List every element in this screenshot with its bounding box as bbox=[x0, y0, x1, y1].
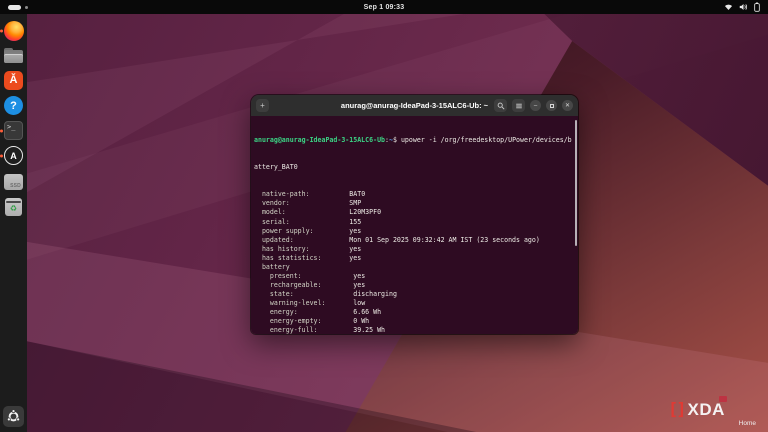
terminal-command-line: anurag@anurag-IdeaPad-3-15ALC6-Ub:~$ upo… bbox=[254, 136, 572, 145]
ssd-label: SSD bbox=[10, 182, 21, 189]
clock[interactable]: Sep 1 09:33 bbox=[364, 4, 405, 11]
xda-home-label: Home bbox=[738, 420, 756, 427]
prompt-user-host: anurag@anurag-IdeaPad-3-15ALC6-Ub bbox=[254, 136, 386, 145]
battery-icon bbox=[754, 2, 760, 12]
ubuntu-logo-icon bbox=[3, 406, 24, 427]
xda-watermark: [] XDA Home bbox=[668, 396, 758, 427]
terminal-command-wrap: attery_BAT0 bbox=[254, 163, 298, 172]
dock-item-help[interactable]: ? bbox=[3, 95, 24, 116]
terminal-icon: >_ bbox=[4, 121, 23, 140]
dock-item-app-a[interactable]: A bbox=[0, 145, 24, 166]
workspace-inactive-dot[interactable] bbox=[25, 5, 28, 9]
dock-item-firefox[interactable] bbox=[0, 20, 24, 41]
typed-command: upower -i /org/freedesktop/UPower/device… bbox=[400, 136, 572, 145]
maximize-icon bbox=[549, 103, 554, 108]
minimize-icon: – bbox=[533, 102, 538, 109]
dock-item-files[interactable] bbox=[3, 45, 24, 66]
help-icon: ? bbox=[4, 96, 23, 115]
terminal-output-line: has history: yes bbox=[254, 244, 362, 253]
recycle-glyph: ♻ bbox=[9, 204, 18, 213]
terminal-output-line: warning-level: low bbox=[254, 298, 366, 307]
terminal-output-line: model: L20M3PF0 bbox=[254, 208, 382, 217]
search-icon bbox=[497, 102, 505, 110]
circle-a-app-icon: A bbox=[4, 146, 23, 165]
maximize-button[interactable] bbox=[546, 100, 557, 111]
help-glyph: ? bbox=[10, 99, 17, 112]
terminal-output-line: battery bbox=[254, 262, 290, 271]
terminal-output-line: power supply: yes bbox=[254, 226, 362, 235]
terminal-output-line: state: discharging bbox=[254, 289, 397, 298]
wifi-icon bbox=[724, 4, 733, 10]
terminal-titlebar[interactable]: + anurag@anurag-IdeaPad-3-15ALC6-Ub: ~ –… bbox=[251, 95, 578, 116]
close-button[interactable]: ✕ bbox=[562, 100, 573, 111]
terminal-output-line: energy-full: 39.25 Wh bbox=[254, 326, 386, 334]
running-indicator bbox=[0, 29, 3, 32]
dock-item-show-apps[interactable] bbox=[3, 406, 24, 427]
system-status-menu[interactable] bbox=[724, 2, 760, 12]
terminal-content[interactable]: anurag@anurag-IdeaPad-3-15ALC6-Ub:~$ upo… bbox=[251, 116, 578, 334]
running-indicator bbox=[0, 154, 3, 157]
minimize-button[interactable]: – bbox=[530, 100, 541, 111]
app-center-glyph: Ă bbox=[9, 74, 18, 86]
ssd-drive-icon: SSD bbox=[4, 173, 23, 190]
dock-item-app-center[interactable]: Ă bbox=[3, 70, 24, 91]
xda-brand-text: XDA bbox=[688, 396, 727, 420]
files-folder-icon bbox=[4, 48, 23, 63]
terminal-output-line: energy-empty: 0 Wh bbox=[254, 317, 370, 326]
terminal-output-line: vendor: SMP bbox=[254, 199, 362, 208]
volume-icon bbox=[739, 4, 748, 10]
terminal-prompt-glyph: >_ bbox=[7, 123, 16, 131]
close-icon: ✕ bbox=[564, 102, 571, 109]
workspace-indicator[interactable] bbox=[8, 4, 28, 10]
terminal-output-line: present: yes bbox=[254, 271, 366, 280]
circle-a-glyph: A bbox=[10, 150, 17, 161]
workspace-active-pill[interactable] bbox=[8, 4, 21, 10]
xda-bracket-icon: [] bbox=[668, 400, 687, 420]
xda-flag-accent bbox=[718, 396, 727, 402]
dock-item-trash[interactable]: ♻ bbox=[3, 196, 24, 217]
dock: Ă ? >_ A SSD ♻ bbox=[0, 14, 27, 432]
terminal-output-line: rechargeable: yes bbox=[254, 280, 366, 289]
terminal-output-line: updated: Mon 01 Sep 2025 09:32:42 AM IST… bbox=[254, 235, 540, 244]
terminal-output-line: serial: 155 bbox=[254, 217, 362, 226]
new-tab-icon: + bbox=[260, 100, 265, 110]
dock-item-terminal[interactable]: >_ bbox=[0, 120, 24, 141]
hamburger-menu-icon bbox=[515, 103, 522, 108]
running-indicator bbox=[0, 129, 3, 132]
terminal-scrollbar[interactable] bbox=[575, 120, 577, 246]
terminal-output: native-path: BAT0 vendor: SMP model: L20… bbox=[254, 190, 575, 334]
window-title: anurag@anurag-IdeaPad-3-15ALC6-Ub: ~ bbox=[340, 101, 489, 110]
terminal-window: + anurag@anurag-IdeaPad-3-15ALC6-Ub: ~ –… bbox=[251, 95, 578, 334]
new-tab-button[interactable]: + bbox=[256, 99, 269, 112]
top-bar: Sep 1 09:33 bbox=[0, 0, 768, 14]
app-center-icon: Ă bbox=[4, 71, 23, 90]
trash-icon: ♻ bbox=[5, 197, 22, 216]
terminal-output-line: native-path: BAT0 bbox=[254, 190, 366, 199]
search-button[interactable] bbox=[494, 99, 507, 112]
desktop: Sep 1 09:33 Ă ? >_ A SSD ♻ + anurag@anur… bbox=[0, 0, 768, 432]
terminal-output-line: has statistics: yes bbox=[254, 253, 362, 262]
menu-button[interactable] bbox=[512, 99, 525, 112]
firefox-icon bbox=[3, 20, 24, 41]
terminal-output-line: energy: 6.66 Wh bbox=[254, 307, 382, 316]
dock-item-ssd-drive[interactable]: SSD bbox=[3, 171, 24, 192]
